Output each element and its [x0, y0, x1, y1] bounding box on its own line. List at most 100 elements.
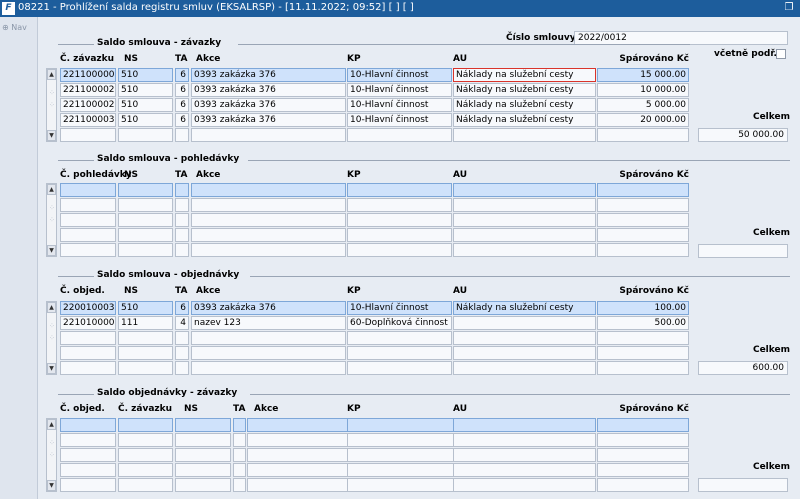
table-cell[interactable]: 5 000.00 [597, 98, 689, 112]
table-cell[interactable]: 10-Hlavní činnost [347, 68, 452, 82]
table-cell[interactable] [118, 418, 173, 432]
scroll-up-icon[interactable]: ▲ [47, 302, 56, 313]
table-cell[interactable] [175, 448, 231, 462]
table-cell[interactable] [175, 418, 231, 432]
table-cell[interactable] [175, 478, 231, 492]
table-cell[interactable] [191, 183, 346, 197]
table-cell[interactable] [191, 361, 346, 375]
scroll-up-icon[interactable]: ▲ [47, 184, 56, 195]
table-cell[interactable] [60, 331, 116, 345]
scroll-down-icon[interactable]: ▼ [47, 245, 56, 256]
table-cell[interactable] [175, 463, 231, 477]
table-cell[interactable] [597, 433, 689, 447]
table-cell[interactable]: 2211000032 [60, 113, 116, 127]
table-cell[interactable] [60, 433, 116, 447]
table-cell[interactable] [597, 361, 689, 375]
table-cell[interactable] [597, 243, 689, 257]
table-cell[interactable] [118, 346, 173, 360]
table-cell[interactable] [453, 198, 596, 212]
table-cell[interactable]: 6 [175, 83, 189, 97]
table-cell[interactable] [191, 228, 346, 242]
table-cell[interactable]: 10 000.00 [597, 83, 689, 97]
include-sub-checkbox[interactable] [776, 49, 786, 59]
table-cell[interactable]: 0393 zakázka 376 [191, 113, 346, 127]
table-cell[interactable] [347, 361, 452, 375]
table-cell[interactable] [597, 228, 689, 242]
table-cell[interactable] [175, 198, 189, 212]
table-cell[interactable] [347, 331, 452, 345]
table-cell[interactable]: 100.00 [597, 301, 689, 315]
table-cell[interactable]: 2211000027 [60, 98, 116, 112]
table-cell[interactable] [175, 228, 189, 242]
table-cell[interactable] [347, 346, 452, 360]
table-cell[interactable] [60, 361, 116, 375]
table-cell[interactable] [60, 346, 116, 360]
table-cell[interactable]: Náklady na služební cesty [453, 68, 596, 82]
table-cell[interactable] [60, 198, 116, 212]
table-cell[interactable] [453, 361, 596, 375]
table-cell[interactable] [247, 463, 352, 477]
table-cell[interactable] [175, 331, 189, 345]
scrollbar[interactable]: ▲ ▼ ⁘ ⁘ [46, 301, 57, 375]
table-cell[interactable] [175, 128, 189, 142]
table-cell[interactable]: 2210100003 [60, 316, 116, 330]
table-cell[interactable]: 2211000027 [60, 83, 116, 97]
table-cell[interactable] [118, 331, 173, 345]
table-cell[interactable] [453, 316, 596, 330]
table-cell[interactable] [453, 463, 596, 477]
table-cell[interactable] [597, 331, 689, 345]
contract-number-field[interactable]: 2022/0012 [574, 31, 788, 45]
table-cell[interactable] [118, 198, 173, 212]
table-cell[interactable] [597, 346, 689, 360]
table-cell[interactable]: 20 000.00 [597, 113, 689, 127]
table-cell[interactable]: 6 [175, 98, 189, 112]
table-cell[interactable]: 15 000.00 [597, 68, 689, 82]
table-cell[interactable] [191, 198, 346, 212]
table-cell[interactable] [175, 183, 189, 197]
table-cell[interactable] [233, 463, 246, 477]
table-cell[interactable]: 111 [118, 316, 173, 330]
table-cell[interactable]: Náklady na služební cesty [453, 98, 596, 112]
table-cell[interactable] [175, 213, 189, 227]
scroll-down-icon[interactable]: ▼ [47, 363, 56, 374]
table-cell[interactable] [118, 128, 173, 142]
table-cell[interactable] [233, 433, 246, 447]
table-cell[interactable] [118, 478, 173, 492]
table-cell[interactable] [347, 228, 452, 242]
table-cell[interactable]: 510 [118, 68, 173, 82]
table-cell[interactable] [191, 243, 346, 257]
table-cell[interactable]: 4 [175, 316, 189, 330]
table-cell[interactable] [175, 361, 189, 375]
table-cell[interactable]: 0393 zakázka 376 [191, 301, 346, 315]
table-cell[interactable]: 6 [175, 301, 189, 315]
table-cell[interactable]: 510 [118, 98, 173, 112]
table-cell[interactable] [233, 418, 246, 432]
table-cell[interactable] [597, 128, 689, 142]
table-cell[interactable]: 10-Hlavní činnost [347, 98, 452, 112]
table-cell[interactable] [60, 243, 116, 257]
scrollbar[interactable]: ▲ ▼ ⁘ ⁘ [46, 183, 57, 257]
table-cell[interactable] [453, 128, 596, 142]
table-cell[interactable]: 0393 zakázka 376 [191, 83, 346, 97]
table-cell[interactable]: nazev 123 [191, 316, 346, 330]
table-cell[interactable] [453, 418, 596, 432]
table-cell[interactable]: 2200100037 [60, 301, 116, 315]
scrollbar[interactable]: ▲ ▼ ⁘ ⁘ [46, 418, 57, 492]
table-cell[interactable] [453, 213, 596, 227]
table-cell[interactable] [191, 346, 346, 360]
table-cell[interactable] [60, 418, 116, 432]
table-cell[interactable]: Náklady na služební cesty [453, 301, 596, 315]
table-cell[interactable] [118, 183, 173, 197]
table-cell[interactable]: Náklady na služební cesty [453, 113, 596, 127]
table-cell[interactable]: 510 [118, 301, 173, 315]
scroll-down-icon[interactable]: ▼ [47, 130, 56, 141]
table-cell[interactable] [453, 331, 596, 345]
table-cell[interactable] [118, 448, 173, 462]
table-cell[interactable]: 10-Hlavní činnost [347, 83, 452, 97]
scrollbar[interactable]: ▲ ▼ ⁘ ⁘ [46, 68, 57, 142]
table-cell[interactable] [175, 433, 231, 447]
table-cell[interactable] [175, 243, 189, 257]
table-cell[interactable] [597, 183, 689, 197]
scroll-up-icon[interactable]: ▲ [47, 69, 56, 80]
table-cell[interactable] [247, 478, 352, 492]
